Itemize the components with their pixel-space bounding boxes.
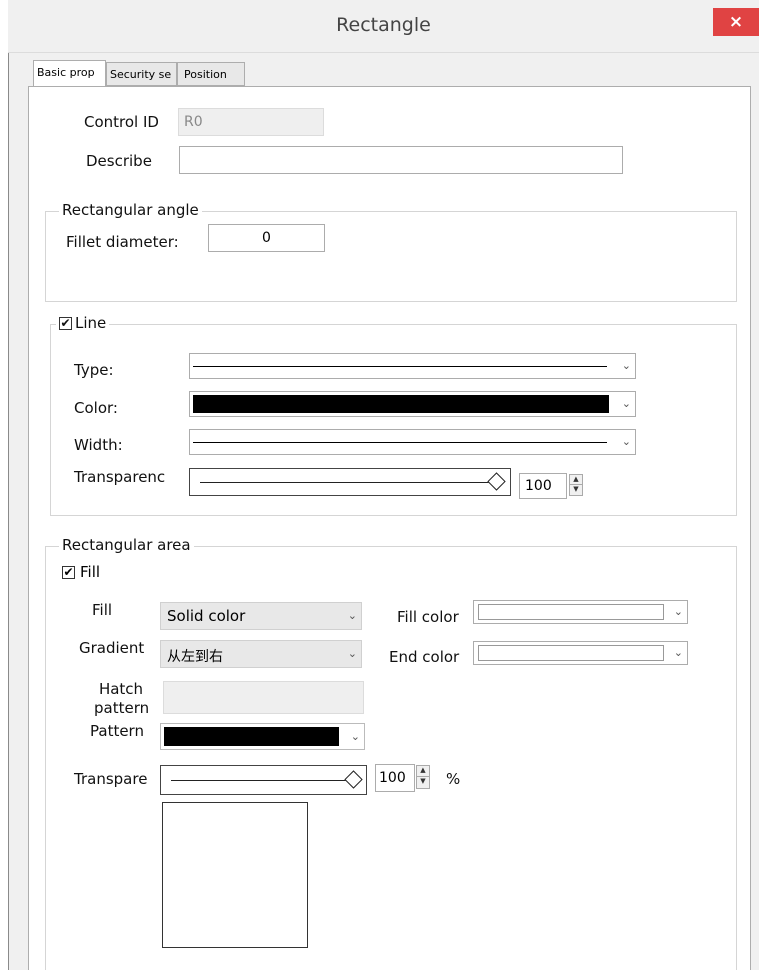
end-color-dropdown[interactable]: ⌄ <box>473 641 688 665</box>
fill-transparency-unit: % <box>446 770 461 788</box>
fill-checkbox-row: ✔ Fill <box>62 563 100 581</box>
title-bar[interactable]: Rectangle <box>8 0 759 53</box>
checkmark-icon: ✔ <box>60 315 71 330</box>
hatch-label-line-1: Hatch <box>98 680 144 698</box>
control-id-value: R0 <box>184 114 203 130</box>
fill-checkbox[interactable]: ✔ <box>62 564 75 579</box>
chevron-down-icon: ⌄ <box>621 396 631 410</box>
tab-label: Basic prop <box>37 66 95 79</box>
gradient-value: 从左到右 <box>167 649 223 665</box>
chevron-down-icon: ⌄ <box>347 608 357 622</box>
line-color-swatch <box>193 395 609 413</box>
line-checkbox-label: Line <box>75 314 107 332</box>
fill-preview-box <box>162 802 308 948</box>
tab-label: Security se <box>110 68 172 81</box>
chevron-down-icon: ⌄ <box>673 604 683 618</box>
spin-up-icon[interactable]: ▲ <box>569 474 583 485</box>
line-width-preview <box>193 442 607 443</box>
chevron-down-icon: ⌄ <box>350 729 360 743</box>
tab-label: Position <box>184 68 227 81</box>
line-transparency-value: 100 <box>525 478 552 494</box>
fill-transparency-label: Transpare <box>74 770 148 788</box>
tab-security-settings[interactable]: Security se <box>106 62 177 86</box>
gradient-dropdown[interactable]: 从左到右 ⌄ <box>160 640 362 668</box>
fill-color-swatch <box>478 604 664 620</box>
describe-label: Describe <box>86 152 152 170</box>
end-color-swatch <box>478 645 664 661</box>
slider-thumb[interactable] <box>344 770 363 789</box>
fill-type-label: Fill <box>92 601 113 619</box>
line-color-dropdown[interactable]: ⌄ <box>189 391 636 417</box>
fill-color-label: Fill color <box>397 608 459 626</box>
line-color-label: Color: <box>74 399 118 417</box>
chevron-down-icon: ⌄ <box>621 358 631 372</box>
fill-transparency-value-field[interactable]: 100 <box>375 764 415 792</box>
line-legend: ✔ Line <box>56 314 110 332</box>
line-type-preview <box>193 366 607 367</box>
line-transparency-label: Transparenc <box>74 468 166 486</box>
rectangular-angle-legend: Rectangular angle <box>59 201 202 219</box>
control-id-label: Control ID <box>84 113 159 131</box>
line-transparency-value-field[interactable]: 100 <box>519 473 567 499</box>
fillet-diameter-input[interactable]: 0 <box>208 224 325 252</box>
fill-type-value: Solid color <box>167 607 246 625</box>
spin-up-icon[interactable]: ▲ <box>416 765 430 777</box>
fillet-diameter-value: 0 <box>262 230 271 246</box>
tab-basic-properties[interactable]: Basic prop <box>33 60 106 88</box>
line-checkbox[interactable]: ✔ <box>59 315 72 330</box>
fill-type-dropdown[interactable]: Solid color ⌄ <box>160 602 362 630</box>
end-color-label: End color <box>389 648 460 666</box>
fill-checkbox-label: Fill <box>80 563 101 581</box>
chevron-down-icon: ⌄ <box>621 434 631 448</box>
chevron-down-icon: ⌄ <box>673 645 683 659</box>
gradient-label: Gradient <box>79 639 145 657</box>
hatch-label-line-2: pattern <box>94 699 150 717</box>
control-id-field: R0 <box>178 108 324 136</box>
slider-track <box>200 482 496 483</box>
close-icon: × <box>728 12 744 32</box>
describe-input[interactable] <box>179 146 623 174</box>
slider-thumb[interactable] <box>487 472 506 491</box>
checkmark-icon: ✔ <box>63 564 74 579</box>
spin-down-icon[interactable]: ▼ <box>416 777 430 789</box>
rectangular-angle-group <box>45 211 737 302</box>
pattern-color-swatch <box>164 727 339 746</box>
window-title: Rectangle <box>336 14 431 36</box>
hatch-pattern-dropdown <box>163 681 364 714</box>
line-width-label: Width: <box>74 436 123 454</box>
tab-position[interactable]: Position <box>177 62 245 86</box>
hatch-pattern-label: Hatch pattern <box>94 680 150 718</box>
fill-color-dropdown[interactable]: ⌄ <box>473 600 688 624</box>
pattern-color-dropdown[interactable]: ⌄ <box>160 723 365 750</box>
fill-transparency-slider[interactable] <box>160 765 367 795</box>
fillet-diameter-label: Fillet diameter: <box>66 233 179 251</box>
line-type-label: Type: <box>74 361 114 379</box>
close-button[interactable]: × <box>713 8 759 36</box>
line-transparency-slider[interactable] <box>189 468 511 496</box>
slider-track <box>171 780 353 781</box>
line-type-dropdown[interactable]: ⌄ <box>189 353 636 379</box>
rectangular-area-legend: Rectangular area <box>59 536 194 554</box>
line-width-dropdown[interactable]: ⌄ <box>189 429 636 455</box>
pattern-label: Pattern <box>90 722 144 740</box>
fill-transparency-value: 100 <box>379 770 406 786</box>
line-transparency-spinner[interactable]: ▲ ▼ <box>569 474 583 496</box>
fill-transparency-spinner[interactable]: ▲ ▼ <box>416 765 430 789</box>
spin-down-icon[interactable]: ▼ <box>569 485 583 496</box>
chevron-down-icon: ⌄ <box>347 646 357 660</box>
